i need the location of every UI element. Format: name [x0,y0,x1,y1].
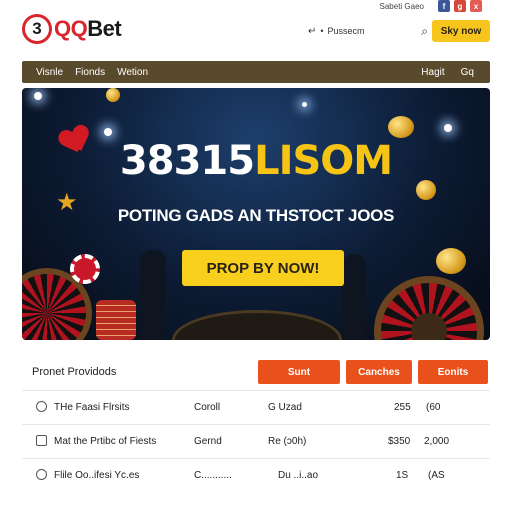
top-util-links[interactable]: Sabeti Gaeo [380,2,424,11]
light-glow [302,102,307,107]
row-type: Gernd [194,436,222,447]
facebook-icon[interactable]: f [438,0,450,12]
tower-silhouette [140,250,166,340]
poker-chip-icon [70,254,100,284]
row-name: Mat the Prtibc of Fiests [54,436,157,447]
row-mid: Du ..i..ao [278,470,319,481]
main-nav: Visnle Fionds Wetion Hagit Gq [22,61,490,83]
logo-text-red: QQ [54,16,88,41]
nav-right: Hagit Gq [421,67,490,78]
top-bar: 3 QQBet Sabeti Gaeo f g x ↵ • Pussecm ⌕ … [0,0,512,58]
providers-panel: Pronet Providods Sunt Canches Eonits THe… [22,352,490,502]
tower-silhouette [342,254,366,340]
hero-cta-button[interactable]: PROP BY NOW! [182,250,344,286]
nav-item-visnle[interactable]: Visnle [36,67,63,78]
share-icon[interactable]: x [470,0,482,12]
column-header-canches[interactable]: Canches [346,360,412,384]
gold-coin [388,116,414,138]
light-glow [34,92,42,100]
logo-text-dark: Bet [87,16,122,41]
row-name: THe Faasi Flrsits [54,402,130,413]
logo-badge: 3 [22,14,52,44]
hero-subtitle: POTING GADS AN THSTOCT JOOS [117,206,395,225]
table-row[interactable]: Flile Oo..ifesi Yc.es C........... Du ..… [22,458,490,492]
google-plus-icon[interactable]: g [454,0,466,12]
nav-item-wetion[interactable]: Wetion [117,67,148,78]
hero-title-white: 38315 [119,138,255,184]
logo-text: QQBet [54,16,122,42]
row-type: C........... [194,470,232,481]
column-header-sunt[interactable]: Sunt [258,360,340,384]
row-value-2: (AS [428,470,445,481]
search-placeholder: Pussecm [327,26,365,36]
row-mid: G Uzad [268,402,302,413]
nav-item-gq[interactable]: Gq [461,67,474,78]
column-header-eonits[interactable]: Eonits [418,360,488,384]
row-value-2: 2,000 [424,436,450,447]
nav-item-fionds[interactable]: Fionds [75,67,105,78]
light-glow [104,128,112,136]
hero-banner: ★ 38315LISOM POTING GADS AN THSTOCT JOOS… [22,88,490,340]
search-dot: • [320,26,324,36]
chip-stack-icon [96,300,136,340]
gold-coin [436,248,466,274]
row-type: Coroll [194,402,221,413]
box-icon [36,435,47,446]
table-row[interactable]: Mat the Prtibc of Fiests Gernd Re (ɔ0h) … [22,424,490,458]
row-name: Flile Oo..ifesi Yc.es [54,470,140,481]
casino-table [172,310,342,340]
light-glow [444,124,452,132]
search-input[interactable]: ↵ • Pussecm ⌕ [308,20,428,42]
search-icon[interactable]: ⌕ [421,24,428,39]
hero-title-yellow: LISOM [254,138,393,184]
logo[interactable]: 3 QQBet [22,14,122,44]
top-utility-bar: Sabeti Gaeo f g x [380,0,482,12]
nav-item-hagit[interactable]: Hagit [421,67,444,78]
row-value-1: 255 [394,402,411,413]
clock-circle-icon [36,469,47,480]
row-value-2: (60 [426,402,441,413]
sign-up-button[interactable]: Sky now [432,20,490,42]
gold-coin [106,88,120,102]
row-value-1: $350 [388,436,411,447]
table-row[interactable]: THe Faasi Flrsits Coroll G Uzad 255 (60 [22,390,490,424]
row-value-1: 1S [396,470,409,481]
row-mid: Re (ɔ0h) [268,436,307,447]
roulette-wheel-icon [374,276,484,340]
enter-icon: ↵ [308,25,317,37]
hero-title: 38315LISOM [22,138,490,184]
check-circle-icon [36,401,47,412]
panel-title: Pronet Providods [32,366,117,378]
